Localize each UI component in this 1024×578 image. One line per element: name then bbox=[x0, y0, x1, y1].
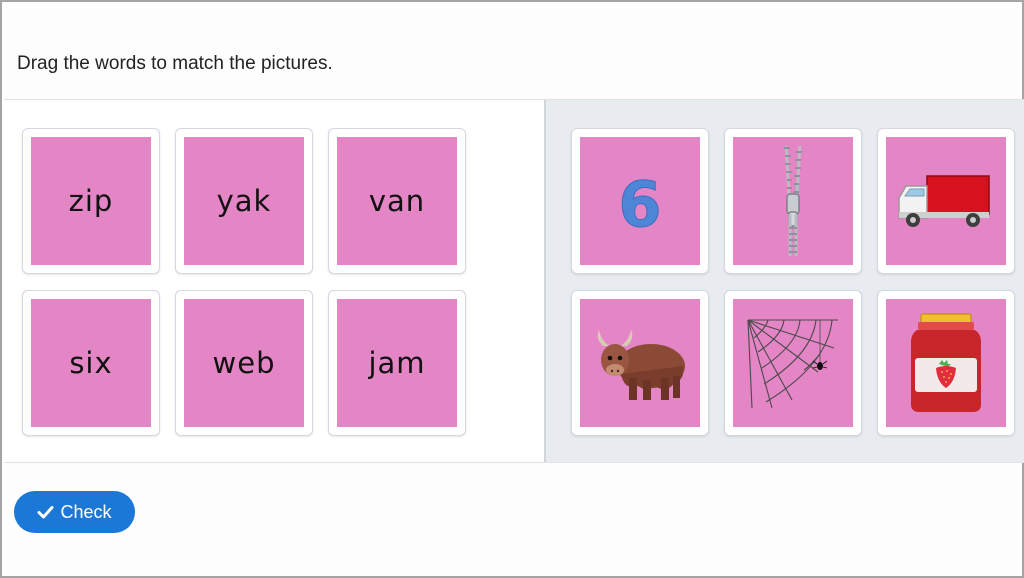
word-card-van[interactable]: van bbox=[328, 128, 466, 274]
word-card-yak[interactable]: yak bbox=[175, 128, 313, 274]
picture-targets: 6 bbox=[544, 100, 1024, 462]
check-button[interactable]: Check bbox=[14, 491, 135, 533]
word-label: web bbox=[212, 346, 276, 380]
word-label: zip bbox=[68, 184, 114, 218]
word-card-six[interactable]: six bbox=[22, 290, 160, 436]
word-card-zip[interactable]: zip bbox=[22, 128, 160, 274]
yak-icon bbox=[597, 330, 685, 400]
picture-target-jam[interactable] bbox=[877, 290, 1015, 436]
jam-jar-icon bbox=[911, 313, 981, 412]
picture-target-van[interactable] bbox=[877, 128, 1015, 274]
word-label: van bbox=[368, 184, 426, 218]
spider-web-icon bbox=[747, 319, 838, 409]
word-card-jam[interactable]: jam bbox=[328, 290, 466, 436]
instruction-text: Drag the words to match the pictures. bbox=[17, 53, 333, 74]
picture-target-zipper[interactable] bbox=[724, 128, 862, 274]
word-label: jam bbox=[368, 346, 426, 380]
picture-target-web[interactable] bbox=[724, 290, 862, 436]
word-card-web[interactable]: web bbox=[175, 290, 313, 436]
matching-area: zip yak van six web jam 6 bbox=[4, 99, 1024, 463]
picture-target-yak[interactable] bbox=[571, 290, 709, 436]
picture-target-six[interactable]: 6 bbox=[571, 128, 709, 274]
svg-text:6: 6 bbox=[618, 168, 661, 241]
word-label: yak bbox=[216, 184, 272, 218]
van-icon bbox=[898, 175, 990, 227]
six-number-icon: 6 bbox=[618, 168, 662, 242]
activity-frame: Drag the words to match the pictures. zi… bbox=[0, 0, 1024, 578]
word-label: six bbox=[69, 346, 113, 380]
zipper-icon bbox=[784, 146, 802, 256]
word-bank: zip yak van six web jam bbox=[4, 100, 544, 462]
checkmark-icon bbox=[37, 506, 54, 519]
check-button-label: Check bbox=[60, 501, 112, 522]
